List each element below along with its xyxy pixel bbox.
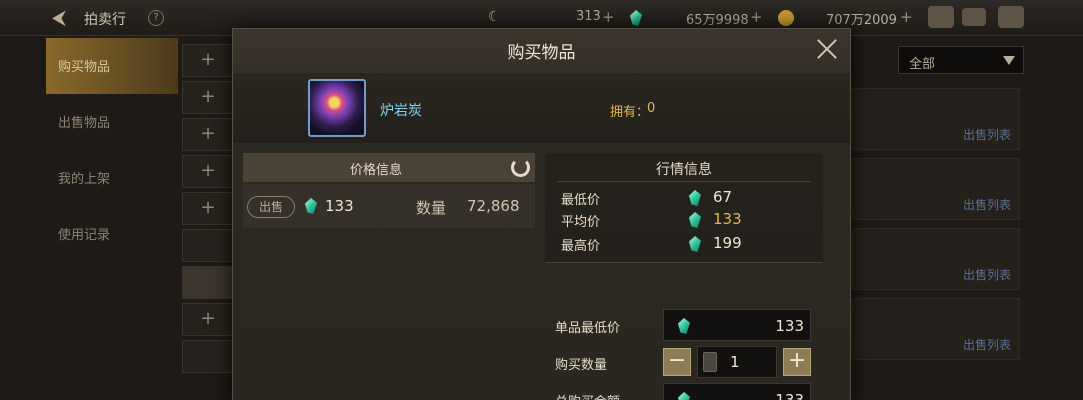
currency-2-plus-button[interactable]: + — [750, 8, 763, 26]
category-slot[interactable]: + — [182, 81, 234, 114]
market-label: 平均价 — [561, 215, 601, 230]
minus-button[interactable]: − — [663, 348, 691, 376]
category-slot[interactable]: + — [182, 44, 234, 77]
plus-button[interactable]: + — [783, 348, 811, 376]
chat-icon[interactable] — [998, 6, 1024, 28]
list-item[interactable]: 出售列表 — [852, 158, 1020, 220]
filter-label: 全部 — [909, 57, 936, 72]
list-item[interactable]: 出售列表 — [852, 298, 1020, 360]
close-icon[interactable] — [816, 38, 838, 60]
unit-min-price-value: 133 — [775, 317, 804, 335]
category-slot[interactable]: + — [182, 303, 234, 336]
dialog-title: 购买物品 — [507, 43, 576, 63]
listing-qty-label: 数量 — [416, 199, 447, 217]
sell-list-link[interactable]: 出售列表 — [963, 126, 1011, 143]
price-info-header: 价格信息 — [243, 153, 535, 182]
item-name: 炉岩炭 — [380, 103, 422, 119]
category-slot-empty[interactable] — [182, 229, 234, 262]
unit-min-price-label: 单品最低价 — [555, 321, 621, 336]
sell-list-link[interactable]: 出售列表 — [963, 196, 1011, 213]
price-info-title: 价格信息 — [349, 163, 402, 178]
market-value: 199 — [713, 234, 742, 252]
currency-2: 65万9998 — [686, 13, 749, 28]
total-amount-label: 总购买金额 — [555, 391, 620, 400]
price-listing-row[interactable]: 出售 133 数量 72,868 — [243, 184, 535, 228]
currency-3-plus-button[interactable]: + — [900, 8, 913, 26]
market-label: 最高价 — [561, 239, 601, 254]
category-slots: + + + + + + — [182, 44, 234, 377]
total-amount-value: 133 — [775, 391, 804, 400]
buy-qty-label: 购买数量 — [555, 358, 608, 373]
sell-list-link[interactable]: 出售列表 — [963, 336, 1011, 353]
unit-min-price-field: 133 — [663, 309, 811, 341]
listing-price: 133 — [325, 197, 354, 215]
bag-icon[interactable] — [928, 6, 954, 28]
market-value: 67 — [713, 188, 733, 206]
owned-count: 0 — [647, 101, 656, 116]
refresh-icon[interactable] — [511, 158, 530, 177]
sidebar: 购买物品 出售物品 我的上架 使用记录 — [46, 38, 178, 262]
gem-icon — [689, 190, 701, 206]
gem-icon — [689, 236, 701, 252]
market-row-max: 最高价 199 — [561, 233, 801, 255]
market-info-panel: 行情信息 最低价 67 平均价 133 最高价 199 — [545, 153, 823, 263]
quantity-input[interactable]: 1 — [697, 346, 777, 378]
quantity-value: 1 — [730, 353, 740, 371]
list-item[interactable]: 出售列表 — [852, 228, 1020, 290]
sidebar-item-my-listings[interactable]: 我的上架 — [46, 150, 178, 206]
sell-list-link[interactable]: 出售列表 — [963, 266, 1011, 283]
gem-icon — [630, 10, 642, 26]
divider — [557, 181, 811, 182]
sidebar-item-sell[interactable]: 出售物品 — [46, 94, 178, 150]
sell-tag: 出售 — [247, 196, 295, 218]
currency-1: 313 — [576, 9, 601, 24]
category-slot-empty[interactable] — [182, 340, 234, 373]
buy-item-dialog: 购买物品 炉岩炭 拥有： 0 价格信息 出售 133 数量 72,868 行情信… — [232, 28, 851, 400]
currency-1-plus-button[interactable]: + — [602, 8, 615, 26]
total-amount-field: 133 — [663, 383, 811, 400]
listing-list: 出售列表 出售列表 出售列表 出售列表 — [852, 88, 1020, 368]
page-title: 拍卖行 — [84, 12, 126, 28]
quantity-stepper: − 1 + — [663, 346, 811, 378]
market-row-min: 最低价 67 — [561, 187, 801, 209]
market-value: 133 — [713, 210, 742, 228]
market-row-avg: 平均价 133 — [561, 209, 801, 231]
gem-icon — [689, 212, 701, 228]
owned-label: 拥有： — [610, 105, 650, 120]
category-slot[interactable]: + — [182, 155, 234, 188]
help-icon[interactable]: ? — [148, 10, 164, 26]
gem-icon — [678, 318, 690, 334]
mail-icon[interactable] — [962, 8, 986, 26]
calculator-icon[interactable] — [703, 352, 717, 372]
category-slot[interactable]: + — [182, 192, 234, 225]
currency-3: 707万2009 — [826, 13, 897, 28]
filter-dropdown[interactable]: 全部 — [898, 46, 1024, 74]
category-slot[interactable]: + — [182, 118, 234, 151]
market-info-title: 行情信息 — [656, 162, 712, 178]
gem-icon — [678, 392, 690, 400]
item-icon[interactable] — [308, 79, 366, 137]
back-icon[interactable]: ⮜ — [52, 6, 78, 28]
list-item[interactable]: 出售列表 — [852, 88, 1020, 150]
chevron-down-icon — [1003, 56, 1015, 65]
moon-coin-icon: ☾ — [488, 9, 501, 25]
sidebar-item-buy[interactable]: 购买物品 — [46, 38, 178, 94]
market-label: 最低价 — [561, 193, 601, 208]
sidebar-item-records[interactable]: 使用记录 — [46, 206, 178, 262]
category-slot-selected[interactable] — [182, 266, 234, 299]
listing-qty: 72,868 — [467, 197, 520, 215]
gem-icon — [305, 198, 317, 214]
gold-coin-icon — [778, 10, 794, 26]
